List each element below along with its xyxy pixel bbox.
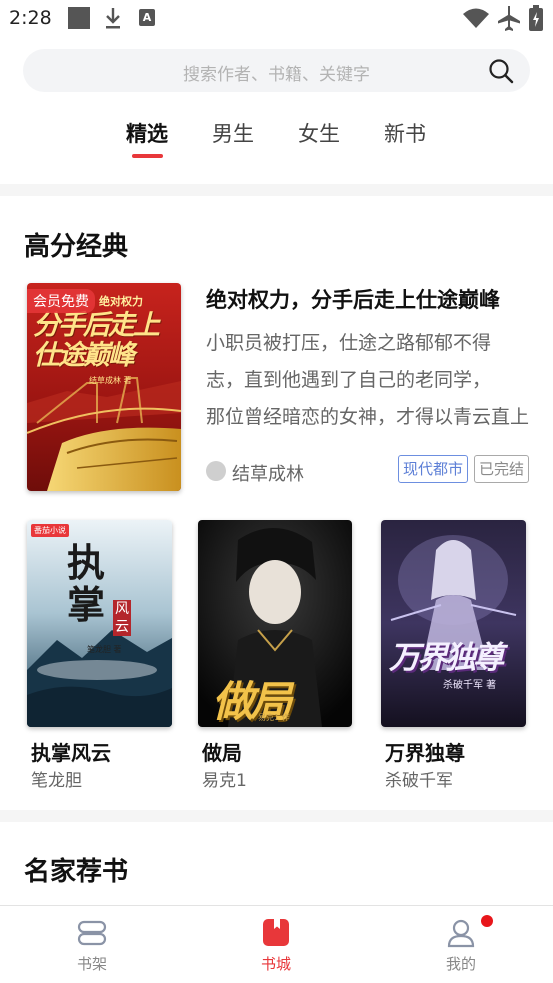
featured-book-title[interactable]: 绝对权力，分手后走上仕途巅峰 [206, 284, 528, 314]
cover-title: 万界独尊 [389, 640, 504, 676]
bottom-navigation: 书架 书城 我的 [0, 905, 553, 983]
nav-label: 书架 [76, 955, 107, 973]
nav-bookshelf[interactable]: 书架 [47, 906, 137, 983]
section-divider [0, 184, 553, 196]
battery-icon [529, 5, 543, 31]
book-cover-art [381, 520, 526, 727]
profile-icon [447, 919, 475, 948]
featured-book-description: 小职员被打压，仕途之路郁郁不得 志，直到他遇到了自己的老同学， 那位曾经暗恋的女… [206, 325, 530, 436]
download-icon [106, 8, 120, 29]
notification-square-icon [68, 7, 90, 29]
search-placeholder: 搜索作者、书籍、关键字 [183, 65, 370, 85]
book-author: 易克1 [202, 771, 247, 791]
featured-book-author[interactable]: 结草成林 [232, 460, 304, 486]
status-time: 2:28 [9, 7, 52, 29]
cover-brand: 番茄小说 [31, 524, 69, 537]
status-tag: 已完结 [474, 455, 530, 483]
tab-male[interactable]: 男生 [212, 118, 254, 148]
vip-free-badge: 会员免费 [27, 289, 95, 313]
featured-cover-author: 结草成林 著 [89, 376, 132, 385]
wifi-icon [463, 8, 489, 28]
tab-female[interactable]: 女生 [298, 118, 340, 148]
section-title-high-score: 高分经典 [24, 232, 129, 262]
airplane-icon [498, 6, 520, 31]
book-author: 笔龙胆 [31, 771, 82, 791]
cover-author: 杀破千军 著 [443, 680, 497, 691]
cover-title: 执掌 [67, 540, 106, 627]
description-line: 那位曾经暗恋的女神，才得以青云直上 [206, 406, 530, 428]
category-tabs: 精选 男生 女生 新书 [0, 112, 553, 162]
nav-bookstore[interactable]: 书城 [231, 906, 321, 983]
a-app-icon: A [139, 9, 155, 26]
book-cover-wanjie[interactable]: 万界独尊 杀破千军 著 [381, 520, 526, 727]
bookshelf-icon [77, 920, 107, 946]
search-bar[interactable]: 搜索作者、书籍、关键字 [23, 49, 530, 92]
featured-book-cover[interactable]: 绝对权力 分手后走上仕途巅峰 结草成林 著 会员免费 [27, 283, 181, 491]
book-cover-zhizhang[interactable]: 番茄小说 执掌 风云 笔龙胆 著 [27, 520, 172, 727]
featured-cover-small-title: 绝对权力 [99, 295, 143, 308]
notification-dot [481, 915, 493, 927]
book-title[interactable]: 做局 [202, 737, 242, 766]
tab-new-books[interactable]: 新书 [384, 118, 426, 148]
author-avatar-icon [206, 461, 226, 481]
nav-profile[interactable]: 我的 [416, 906, 506, 983]
book-cover-zuoju[interactable]: 做局 易克1 作 [198, 520, 352, 727]
tab-featured[interactable]: 精选 [126, 118, 168, 148]
status-bar: 2:28 A [0, 0, 553, 38]
nav-label: 书城 [260, 955, 291, 973]
book-title[interactable]: 万界独尊 [385, 737, 465, 766]
book-author: 杀破千军 [385, 771, 453, 791]
description-line: 志，直到他遇到了自己的老同学， [206, 369, 492, 391]
section-divider [0, 810, 553, 822]
genre-tag[interactable]: 现代都市 [398, 455, 469, 483]
search-icon[interactable] [488, 58, 514, 84]
featured-cover-title: 分手后走上仕途巅峰 [33, 310, 160, 371]
book-title[interactable]: 执掌风云 [31, 737, 111, 766]
cover-subtitle: 风云 [113, 600, 131, 636]
nav-label: 我的 [445, 955, 476, 973]
cover-author: 易克1 作 [258, 713, 290, 722]
description-line: 小职员被打压，仕途之路郁郁不得 [206, 332, 492, 354]
tab-indicator [132, 154, 163, 158]
section-title-famous: 名家荐书 [24, 857, 129, 887]
bookstore-icon [263, 919, 289, 946]
cover-author: 笔龙胆 著 [87, 645, 122, 654]
